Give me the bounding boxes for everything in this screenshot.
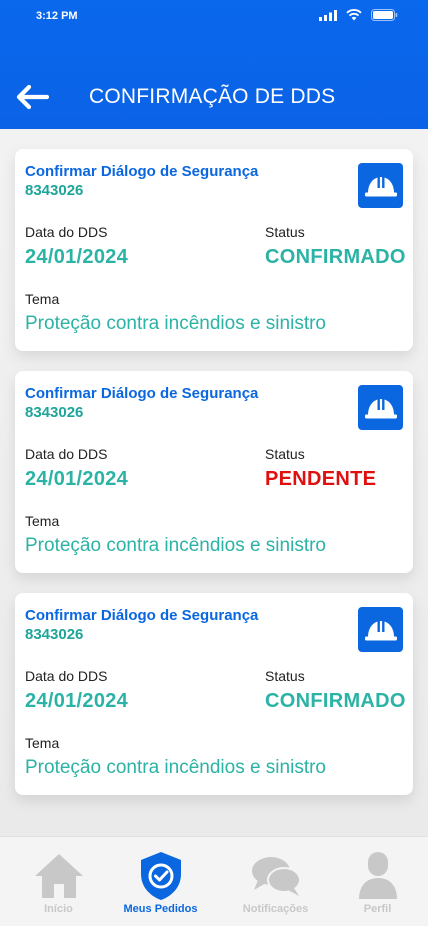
tema-label: Tema bbox=[25, 513, 60, 529]
helmet-icon bbox=[364, 175, 397, 196]
status-time: 3:12 PM bbox=[36, 10, 78, 22]
dds-list[interactable]: Confirmar Diálogo de Segurança 8343026 D… bbox=[0, 129, 428, 836]
wifi-icon bbox=[346, 9, 362, 21]
tab-label: Início bbox=[44, 903, 73, 915]
tab-meus-pedidos[interactable]: Meus Pedidos bbox=[107, 837, 214, 926]
card-id: 8343026 bbox=[25, 404, 84, 421]
tab-label: Meus Pedidos bbox=[123, 903, 198, 915]
home-icon bbox=[34, 854, 83, 898]
dds-card[interactable]: Confirmar Diálogo de Segurança 8343026 D… bbox=[15, 593, 413, 795]
date-value: 24/01/2024 bbox=[25, 468, 129, 490]
date-value: 24/01/2024 bbox=[25, 690, 129, 712]
status-value: CONFIRMADO bbox=[265, 246, 406, 268]
card-title: Confirmar Diálogo de Segurança bbox=[25, 163, 259, 180]
date-label: Data do DDS bbox=[25, 224, 108, 240]
status-label: Status bbox=[265, 224, 305, 240]
card-title: Confirmar Diálogo de Segurança bbox=[25, 607, 259, 624]
tema-label: Tema bbox=[25, 291, 60, 307]
signal-icon bbox=[319, 9, 337, 21]
card-id: 8343026 bbox=[25, 182, 84, 199]
helmet-icon bbox=[364, 397, 397, 418]
helmet-icon-badge bbox=[358, 163, 403, 208]
date-value: 24/01/2024 bbox=[25, 246, 129, 268]
status-icons bbox=[319, 9, 398, 21]
dds-card[interactable]: Confirmar Diálogo de Segurança 8343026 D… bbox=[15, 371, 413, 573]
date-label: Data do DDS bbox=[25, 668, 108, 684]
tab-label: Notificações bbox=[242, 903, 309, 915]
tema-value: Proteção contra incêndios e sinistro bbox=[25, 757, 326, 778]
chat-bubbles-icon bbox=[251, 857, 301, 896]
tab-notificacoes[interactable]: Notificações bbox=[222, 837, 329, 926]
dds-card[interactable]: Confirmar Diálogo de Segurança 8343026 D… bbox=[15, 149, 413, 351]
arrow-left-icon bbox=[16, 84, 49, 110]
back-button[interactable] bbox=[14, 80, 50, 114]
page-title: CONFIRMAÇÃO DE DDS bbox=[89, 85, 336, 108]
card-title: Confirmar Diálogo de Segurança bbox=[25, 385, 259, 402]
status-bar: 3:12 PM bbox=[0, 0, 428, 34]
tema-label: Tema bbox=[25, 735, 60, 751]
tab-perfil[interactable]: Perfil bbox=[324, 837, 428, 926]
card-id: 8343026 bbox=[25, 626, 84, 643]
helmet-icon bbox=[364, 619, 397, 640]
status-value: CONFIRMADO bbox=[265, 690, 406, 712]
helmet-icon-badge bbox=[358, 607, 403, 652]
tab-label: Perfil bbox=[363, 903, 392, 915]
shield-check-icon bbox=[140, 852, 181, 900]
battery-icon bbox=[371, 9, 398, 21]
date-label: Data do DDS bbox=[25, 446, 108, 462]
bottom-tab-bar: Início Meus Pedidos Notificações Perfil bbox=[0, 836, 428, 926]
status-label: Status bbox=[265, 446, 305, 462]
status-value: PENDENTE bbox=[265, 468, 377, 490]
helmet-icon-badge bbox=[358, 385, 403, 430]
status-label: Status bbox=[265, 668, 305, 684]
user-icon bbox=[358, 852, 397, 899]
tema-value: Proteção contra incêndios e sinistro bbox=[25, 313, 326, 334]
app-header: 3:12 PM CONFIRMAÇÃO DE DDS bbox=[0, 0, 428, 129]
tema-value: Proteção contra incêndios e sinistro bbox=[25, 535, 326, 556]
tab-inicio[interactable]: Início bbox=[5, 837, 112, 926]
